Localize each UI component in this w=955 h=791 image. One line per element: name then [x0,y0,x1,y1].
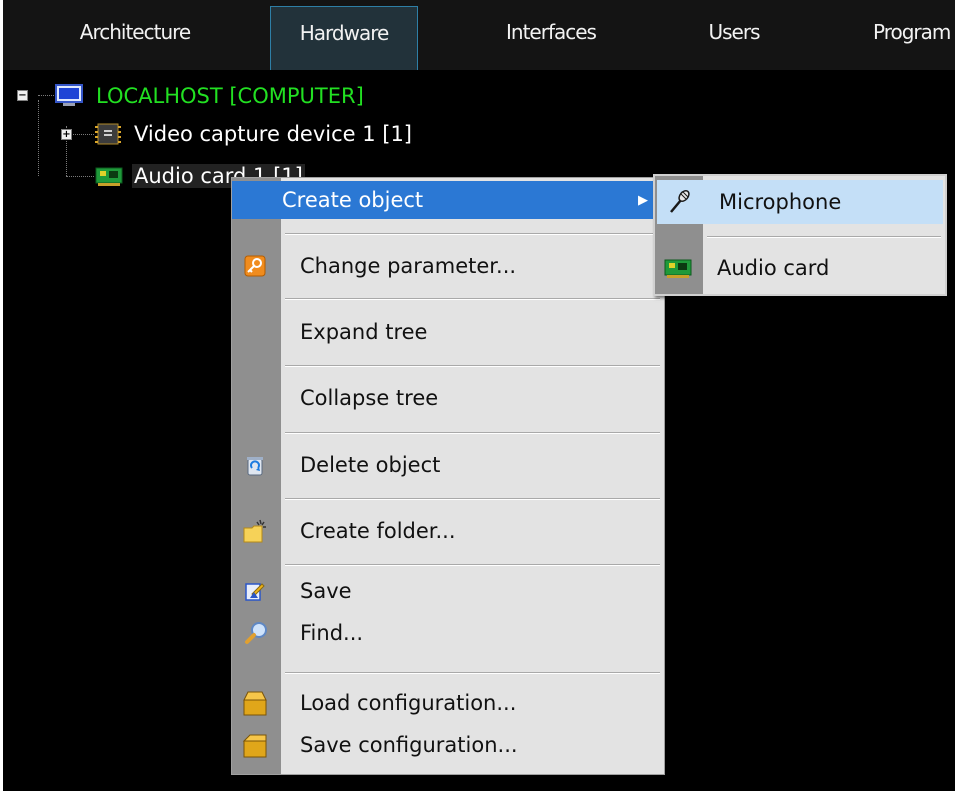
app-window: Architecture Hardware Interfaces Users P… [3,0,955,791]
menu-separator [285,233,660,235]
submenu-item-audio-card[interactable]: Audio card [655,248,945,288]
menu-item-label: Collapse tree [300,386,439,410]
save-icon [245,583,265,601]
tree-line [66,176,94,177]
collapse-toggle[interactable]: − [17,90,28,101]
new-folder-icon [243,519,266,543]
menu-item-expand-tree[interactable]: Expand tree [232,315,664,349]
video-capture-chip-icon [95,123,121,145]
submenu-arrow-icon: ▶ [638,192,648,208]
submenu-item-microphone[interactable]: Microphone [657,180,943,224]
tab-hardware[interactable]: Hardware [270,6,418,70]
menu-separator [285,564,660,566]
menu-item-collapse-tree[interactable]: Collapse tree [232,381,664,415]
submenu-item-label: Microphone [719,190,842,214]
tab-bar: Architecture Hardware Interfaces Users P… [3,0,955,70]
menu-item-label: Delete object [300,453,441,477]
computer-monitor-icon [55,84,83,106]
tree-line [38,95,54,96]
menu-item-save[interactable]: Save [232,574,664,608]
menu-separator [285,432,660,434]
menu-item-change-parameter[interactable]: Change parameter... [232,249,664,283]
closed-box-icon [242,734,267,758]
tab-interfaces[interactable]: Interfaces [461,6,641,70]
menu-separator [285,498,660,500]
expand-toggle[interactable]: + [61,129,72,140]
tab-users[interactable]: Users [679,6,789,70]
menu-item-find[interactable]: Find... [232,616,664,650]
menu-item-label: Expand tree [300,320,428,344]
menu-item-label: Load configuration... [300,691,517,715]
menu-item-load-configuration[interactable]: Load configuration... [232,686,664,720]
menu-separator [707,236,941,238]
submenu-item-label: Audio card [717,256,830,280]
audio-card-icon [664,259,692,278]
menu-separator [285,672,660,674]
tree-item-label: Video capture device 1 [1] [134,122,413,146]
tree-root-localhost[interactable]: LOCALHOST [COMPUTER] [54,80,364,112]
tree-root-label: LOCALHOST [COMPUTER] [96,84,364,108]
audio-card-icon [95,167,123,186]
tab-program[interactable]: Program [845,6,955,70]
recycle-bin-icon [247,457,263,476]
menu-item-label: Save configuration... [300,733,518,757]
menu-item-save-configuration[interactable]: Save configuration... [232,728,664,762]
menu-separator [285,298,660,300]
microphone-icon [670,189,690,213]
menu-item-label: Create object [282,188,424,212]
menu-item-create-object[interactable]: Create object ▶ [232,181,664,219]
menu-item-create-folder[interactable]: Create folder... [232,514,664,548]
magnifier-icon [245,622,267,644]
open-box-icon [243,691,267,716]
create-object-submenu: Microphone Audio card [653,174,947,296]
menu-item-label: Save [300,579,352,603]
menu-separator [285,365,660,367]
tree-item-video-capture[interactable]: Video capture device 1 [1] [94,118,412,150]
menu-item-label: Create folder... [300,519,456,543]
context-menu: Create object ▶ Change parameter... Expa… [231,177,665,775]
key-icon [244,255,266,277]
menu-item-label: Find... [300,621,364,645]
tree-line [38,100,39,176]
tab-architecture[interactable]: Architecture [25,6,245,70]
menu-item-delete-object[interactable]: Delete object [232,448,664,482]
menu-item-label: Change parameter... [300,254,517,278]
